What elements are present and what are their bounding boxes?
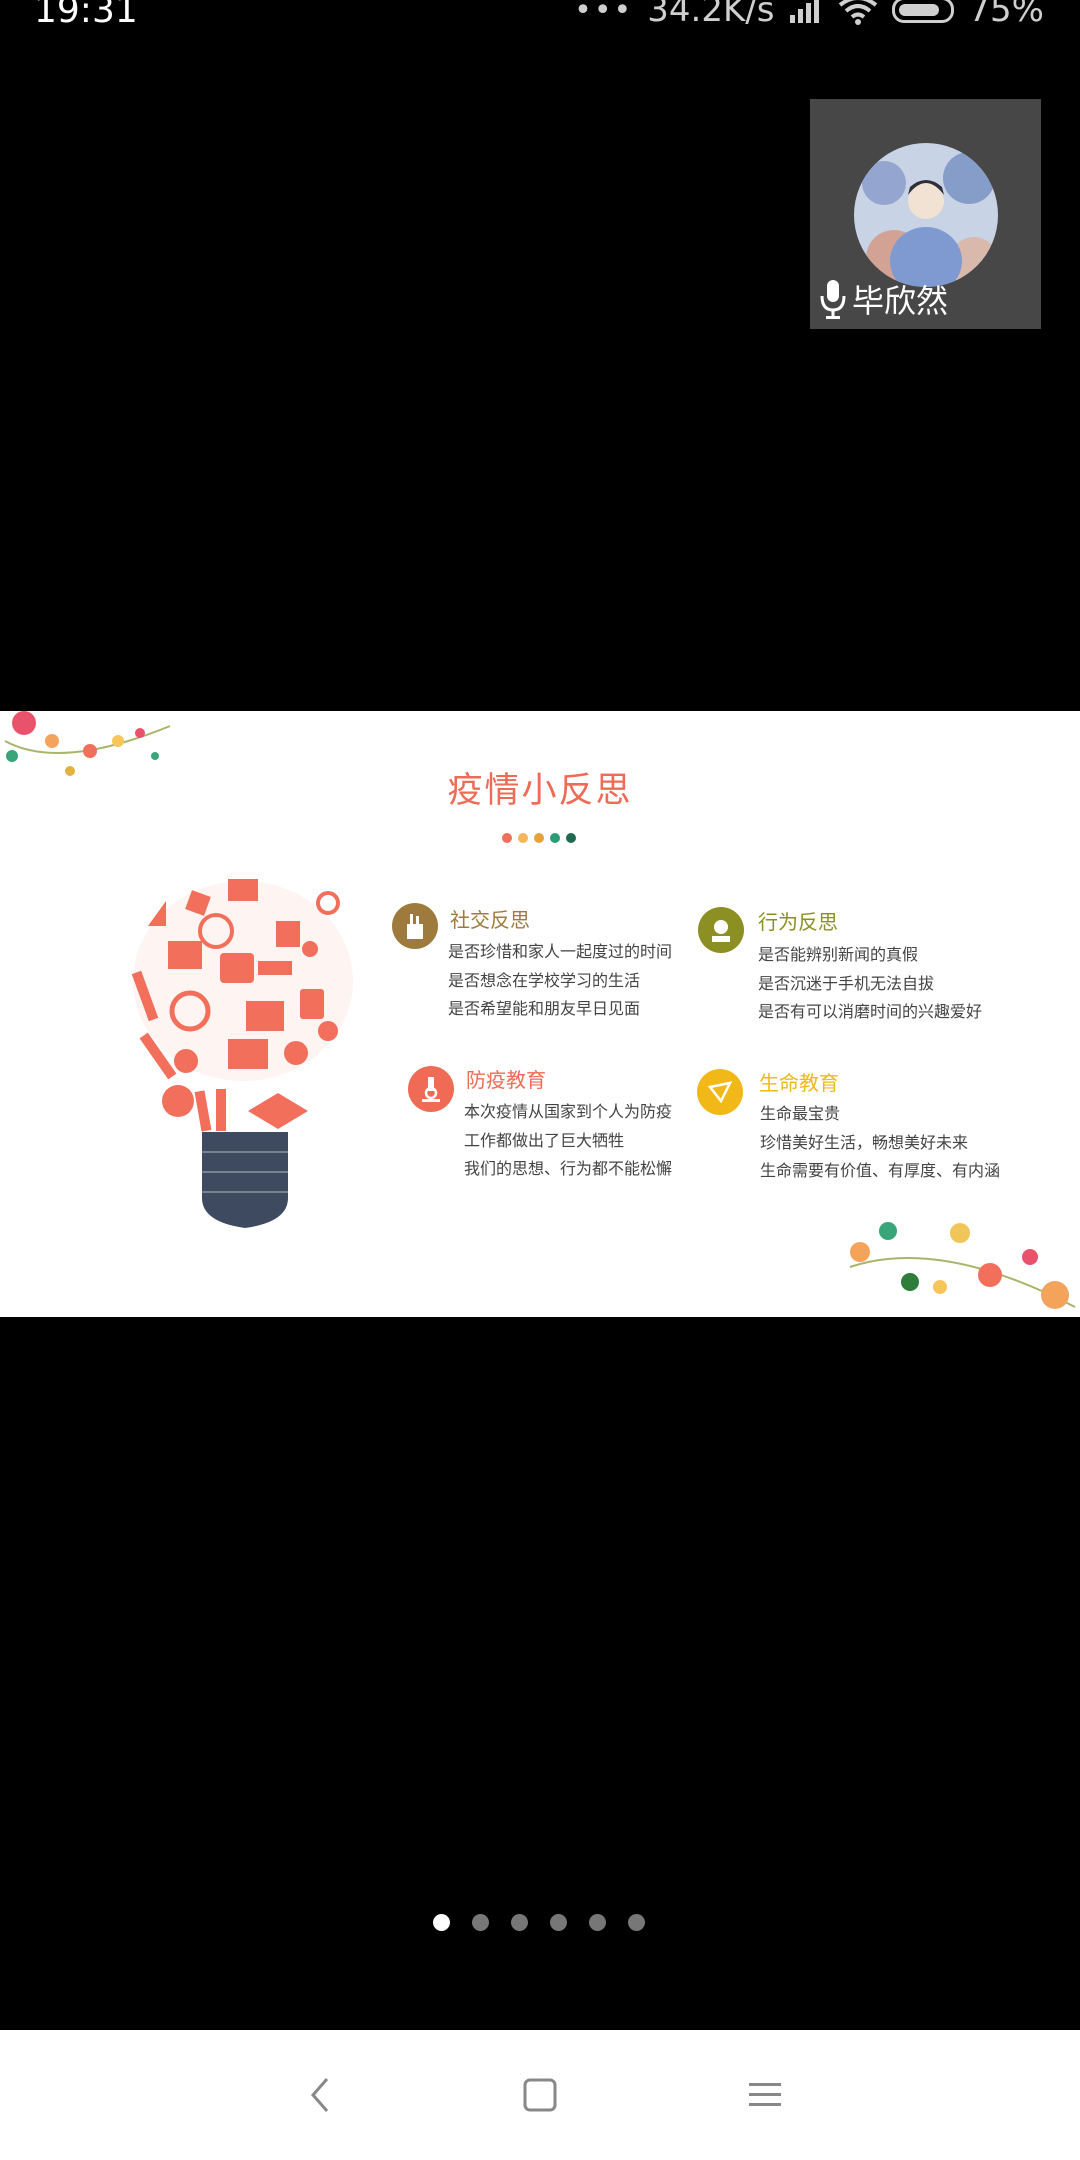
section-line: 生命最宝贵 — [760, 1104, 841, 1123]
microscope-icon — [408, 1066, 454, 1112]
title-dot — [534, 833, 544, 843]
section-epidemic-education: 防疫教育 本次疫情从国家到个人为防疫 工作都做出了巨大牺牲 我们的思想、行为都不… — [408, 1066, 698, 1206]
battery-percent: 75% — [968, 0, 1044, 30]
apple-book-icon — [698, 907, 744, 953]
back-chevron-icon — [311, 2078, 329, 2112]
section-lines: 生命最宝贵 珍惜美好生活，畅想美好未来 生命需要有价值、有厚度、有内涵 — [760, 1100, 1000, 1186]
title-dot — [550, 833, 560, 843]
section-title: 社交反思 — [450, 908, 530, 932]
page-dot[interactable] — [628, 1914, 645, 1931]
status-time: 19:31 — [34, 0, 138, 31]
section-line: 工作都做出了巨大牺牲 — [464, 1130, 625, 1150]
section-social-reflection: 社交反思 是否珍惜和家人一起度过的时间 是否想念在学校学习的生活 是否希望能和朋… — [392, 903, 682, 1043]
section-lines: 是否能辨别新闻的真假 是否沉迷于手机无法自拔 是否有可以消磨时间的兴趣爱好 — [758, 941, 982, 1027]
lightbulb-base-icon — [202, 1132, 288, 1228]
section-line: 是否珍惜和家人一起度过的时间 — [448, 942, 673, 961]
status-bar: 19:31 ••• 34.2K/s 75% — [0, 0, 1080, 36]
page-dot[interactable] — [589, 1914, 606, 1931]
slide-title: 疫情小反思 — [447, 771, 633, 811]
status-indicators: ••• 34.2K/s 75% — [574, 0, 1044, 30]
page-dot[interactable] — [550, 1914, 567, 1931]
page-dot[interactable] — [511, 1914, 528, 1931]
participant-name-row: 毕欣然 — [818, 275, 948, 323]
section-line: 是否有可以消磨时间的兴趣爱好 — [758, 1002, 983, 1021]
page-dot[interactable] — [472, 1914, 489, 1931]
battery-icon — [892, 0, 955, 23]
participant-tile[interactable]: 毕欣然 — [810, 99, 1041, 329]
section-life-education: 生命教育 生命最宝贵 珍惜美好生活，畅想美好未来 生命需要有价值、有厚度、有内涵 — [697, 1069, 1017, 1209]
notification-dots: ••• — [574, 0, 634, 28]
shared-slide: 疫情小反思 社交反思 是否珍惜和家人一起度过的时间 是否想念在学校学习的生活 是… — [0, 711, 1080, 1317]
title-dot — [502, 833, 512, 843]
lightbulb-icon — [131, 879, 353, 1132]
section-lines: 本次疫情从国家到个人为防疫 工作都做出了巨大牺牲 我们的思想、行为都不能松懈 — [464, 1098, 672, 1184]
section-line: 是否沉迷于手机无法自拔 — [758, 973, 935, 993]
menu-button[interactable] — [735, 2067, 795, 2123]
section-line: 生命需要有价值、有厚度、有内涵 — [760, 1161, 1001, 1180]
section-line: 我们的思想、行为都不能松懈 — [464, 1159, 673, 1178]
home-button[interactable] — [510, 2067, 570, 2123]
navigation-bar — [0, 2030, 1080, 2160]
section-title: 生命教育 — [759, 1071, 839, 1095]
home-square-icon — [523, 2078, 557, 2112]
section-line: 是否希望能和朋友早日见面 — [448, 999, 641, 1018]
wifi-icon — [839, 0, 878, 25]
section-title: 防疫教育 — [466, 1068, 546, 1092]
section-line: 是否能辨别新闻的真假 — [758, 945, 919, 964]
section-behavior-reflection: 行为反思 是否能辨别新闻的真假 是否沉迷于手机无法自拔 是否有可以消磨时间的兴趣… — [698, 907, 998, 1047]
title-dots — [502, 833, 576, 843]
section-title: 行为反思 — [758, 910, 838, 934]
page-dot[interactable] — [433, 1914, 450, 1931]
page-indicator — [433, 1914, 645, 1931]
floral-decoration-bottom-right — [849, 1222, 1076, 1309]
section-line: 是否想念在学校学习的生活 — [448, 970, 641, 990]
cellular-signal-icon — [790, 0, 820, 23]
triangle-ruler-icon — [697, 1069, 743, 1115]
title-dot — [566, 833, 576, 843]
section-line: 本次疫情从国家到个人为防疫 — [464, 1102, 673, 1121]
pencil-cup-icon — [392, 903, 438, 949]
title-dot — [518, 833, 528, 843]
section-lines: 是否珍惜和家人一起度过的时间 是否想念在学校学习的生活 是否希望能和朋友早日见面 — [448, 938, 672, 1024]
participant-name: 毕欣然 — [852, 282, 949, 320]
microphone-icon — [820, 280, 846, 319]
avatar — [854, 143, 998, 287]
menu-icon — [749, 2083, 781, 2106]
section-line: 珍惜美好生活，畅想美好未来 — [760, 1132, 969, 1152]
back-button[interactable] — [290, 2067, 350, 2123]
network-speed: 34.2K/s — [647, 0, 775, 30]
